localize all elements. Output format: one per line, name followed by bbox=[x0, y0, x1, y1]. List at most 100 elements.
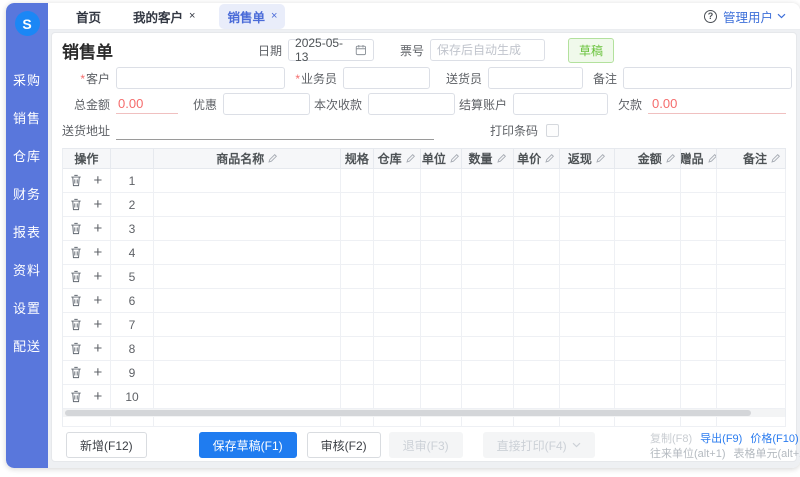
delete-row-icon[interactable] bbox=[70, 318, 82, 331]
cell-gift[interactable] bbox=[681, 361, 718, 384]
sidebar-item-配送[interactable]: 配送 bbox=[13, 326, 41, 364]
cell-gift[interactable] bbox=[681, 217, 718, 240]
settle-account-input[interactable] bbox=[513, 93, 608, 115]
cell-warehouse[interactable] bbox=[374, 313, 421, 336]
cell-warehouse[interactable] bbox=[374, 361, 421, 384]
edit-column-icon[interactable] bbox=[665, 153, 676, 164]
cell-warehouse[interactable] bbox=[374, 217, 421, 240]
cell-spec[interactable] bbox=[341, 169, 374, 192]
add-row-icon[interactable]: + bbox=[93, 317, 102, 332]
cell-unit[interactable] bbox=[421, 289, 463, 312]
cell-unit-price[interactable] bbox=[514, 313, 560, 336]
link-copy[interactable]: 复制(F8) bbox=[650, 430, 692, 446]
address-input[interactable] bbox=[116, 121, 434, 140]
cell-product-name[interactable] bbox=[154, 289, 341, 312]
tab-首页[interactable]: 首页 bbox=[68, 4, 109, 29]
cell-gift[interactable] bbox=[681, 241, 718, 264]
edit-column-icon[interactable] bbox=[770, 153, 781, 164]
cell-quantity[interactable] bbox=[462, 289, 514, 312]
salesman-input[interactable] bbox=[343, 67, 430, 89]
cell-remark[interactable] bbox=[717, 193, 786, 216]
cell-remark[interactable] bbox=[717, 265, 786, 288]
sidebar-item-财务[interactable]: 财务 bbox=[13, 174, 41, 212]
sidebar-item-仓库[interactable]: 仓库 bbox=[13, 136, 41, 174]
cell-remark[interactable] bbox=[717, 289, 786, 312]
cell-unit[interactable] bbox=[421, 313, 463, 336]
cell-gift[interactable] bbox=[681, 385, 718, 408]
cell-quantity[interactable] bbox=[462, 241, 514, 264]
cell-amount[interactable] bbox=[615, 313, 681, 336]
cell-product-name[interactable] bbox=[154, 361, 341, 384]
cell-remark[interactable] bbox=[717, 241, 786, 264]
cell-amount[interactable] bbox=[615, 289, 681, 312]
cell-unit-price[interactable] bbox=[514, 169, 560, 192]
cell-unit-price[interactable] bbox=[514, 193, 560, 216]
customer-input[interactable] bbox=[116, 67, 285, 89]
delete-row-icon[interactable] bbox=[70, 222, 82, 235]
print-barcode-checkbox[interactable] bbox=[546, 124, 559, 137]
cell-spec[interactable] bbox=[341, 313, 374, 336]
cell-quantity[interactable] bbox=[462, 265, 514, 288]
cell-unit[interactable] bbox=[421, 217, 463, 240]
ticket-input[interactable] bbox=[430, 39, 545, 61]
cell-unit-price[interactable] bbox=[514, 361, 560, 384]
cell-unit-price[interactable] bbox=[514, 265, 560, 288]
cell-remark[interactable] bbox=[717, 385, 786, 408]
cell-cashback[interactable] bbox=[560, 385, 616, 408]
delete-row-icon[interactable] bbox=[70, 174, 82, 187]
cell-product-name[interactable] bbox=[154, 241, 341, 264]
cell-warehouse[interactable] bbox=[374, 289, 421, 312]
cell-product-name[interactable] bbox=[154, 265, 341, 288]
cell-spec[interactable] bbox=[341, 337, 374, 360]
add-row-icon[interactable]: + bbox=[93, 221, 102, 236]
link-price[interactable]: 价格(F10) bbox=[750, 430, 798, 446]
cell-remark[interactable] bbox=[717, 313, 786, 336]
cell-spec[interactable] bbox=[341, 193, 374, 216]
cell-gift[interactable] bbox=[681, 313, 718, 336]
deliveryman-input[interactable] bbox=[488, 67, 583, 89]
cell-unit-price[interactable] bbox=[514, 289, 560, 312]
payment-input[interactable] bbox=[368, 93, 455, 115]
add-row-icon[interactable]: + bbox=[93, 269, 102, 284]
button-audit[interactable]: 审核(F2) bbox=[307, 432, 381, 458]
user-menu[interactable]: 管理用户 bbox=[723, 7, 786, 26]
edit-column-icon[interactable] bbox=[449, 153, 460, 164]
cell-unit[interactable] bbox=[421, 169, 463, 192]
cell-unit[interactable] bbox=[421, 361, 463, 384]
cell-quantity[interactable] bbox=[462, 361, 514, 384]
cell-amount[interactable] bbox=[615, 337, 681, 360]
cell-warehouse[interactable] bbox=[374, 241, 421, 264]
discount-input[interactable] bbox=[223, 93, 310, 115]
close-icon[interactable]: × bbox=[189, 10, 195, 22]
remark-input[interactable] bbox=[623, 67, 792, 89]
edit-column-icon[interactable] bbox=[595, 153, 606, 164]
cell-amount[interactable] bbox=[615, 241, 681, 264]
cell-warehouse[interactable] bbox=[374, 337, 421, 360]
button-save-draft[interactable]: 保存草稿(F1) bbox=[199, 432, 297, 458]
sidebar-item-设置[interactable]: 设置 bbox=[13, 288, 41, 326]
delete-row-icon[interactable] bbox=[70, 390, 82, 403]
tab-销售单[interactable]: 销售单× bbox=[219, 4, 285, 29]
cell-remark[interactable] bbox=[717, 337, 786, 360]
date-input[interactable]: 2025-05-13 bbox=[288, 39, 374, 61]
cell-gift[interactable] bbox=[681, 193, 718, 216]
cell-remark[interactable] bbox=[717, 169, 786, 192]
add-row-icon[interactable]: + bbox=[93, 293, 102, 308]
cell-cashback[interactable] bbox=[560, 361, 616, 384]
cell-cashback[interactable] bbox=[560, 265, 616, 288]
cell-warehouse[interactable] bbox=[374, 169, 421, 192]
delete-row-icon[interactable] bbox=[70, 342, 82, 355]
delete-row-icon[interactable] bbox=[70, 366, 82, 379]
cell-warehouse[interactable] bbox=[374, 265, 421, 288]
add-row-icon[interactable]: + bbox=[93, 341, 102, 356]
cell-cashback[interactable] bbox=[560, 337, 616, 360]
cell-unit[interactable] bbox=[421, 241, 463, 264]
link-partner-unit[interactable]: 往来单位(alt+1) bbox=[650, 445, 726, 461]
button-add-new[interactable]: 新增(F12) bbox=[66, 432, 147, 458]
cell-unit-price[interactable] bbox=[514, 385, 560, 408]
cell-remark[interactable] bbox=[717, 217, 786, 240]
edit-column-icon[interactable] bbox=[707, 153, 718, 164]
cell-amount[interactable] bbox=[615, 265, 681, 288]
cell-spec[interactable] bbox=[341, 241, 374, 264]
cell-product-name[interactable] bbox=[154, 385, 341, 408]
